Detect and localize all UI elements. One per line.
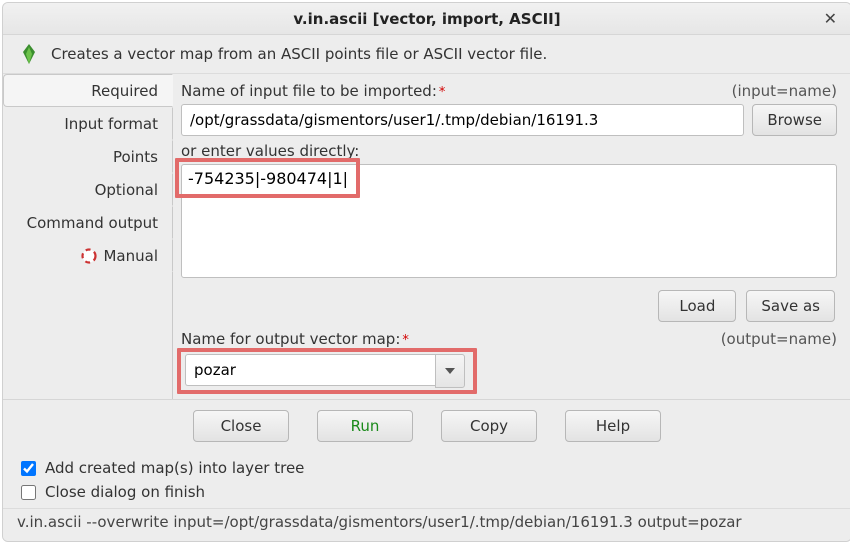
output-hint: (output=name) — [721, 330, 837, 348]
output-combo — [185, 354, 465, 388]
close-dialog-label: Close dialog on finish — [45, 483, 205, 501]
browse-button[interactable]: Browse — [752, 104, 837, 136]
tab-required[interactable]: Required — [3, 74, 173, 107]
content-pane: Name of input file to be imported:* (inp… — [173, 74, 850, 399]
tab-points[interactable]: Points — [3, 140, 173, 173]
load-save-strip: Load Save as — [181, 290, 837, 322]
direct-values-wrapper: -754235|-980474|1| — [181, 164, 837, 282]
description-text: Creates a vector map from an ASCII point… — [51, 45, 547, 63]
copy-button[interactable]: Copy — [441, 410, 537, 442]
direct-values-textarea[interactable]: -754235|-980474|1| — [181, 164, 837, 278]
help-button[interactable]: Help — [565, 410, 661, 442]
body: Required Input format Points Optional Co… — [3, 73, 850, 399]
tab-manual[interactable]: Manual — [3, 239, 173, 272]
description-row: Creates a vector map from an ASCII point… — [3, 35, 850, 73]
output-row — [181, 352, 837, 390]
tab-input-format[interactable]: Input format — [3, 107, 173, 140]
save-as-button[interactable]: Save as — [746, 290, 835, 322]
tab-command-output[interactable]: Command output — [3, 206, 173, 239]
tabs-spacer — [3, 272, 173, 399]
add-layer-check-row[interactable]: Add created map(s) into layer tree — [17, 456, 837, 480]
run-button[interactable]: Run — [317, 410, 413, 442]
required-star: * — [439, 85, 446, 100]
chevron-down-icon — [445, 368, 455, 374]
input-hint: (input=name) — [732, 82, 837, 100]
output-map-field[interactable] — [185, 354, 435, 386]
tab-optional[interactable]: Optional — [3, 173, 173, 206]
input-file-field[interactable] — [181, 104, 744, 136]
input-row: Browse — [181, 104, 837, 136]
input-label: Name of input file to be imported: — [181, 82, 437, 100]
window-title: v.in.ascii [vector, import, ASCII] — [3, 10, 850, 28]
load-button[interactable]: Load — [658, 290, 736, 322]
options-checks: Add created map(s) into layer tree Close… — [3, 450, 850, 508]
close-icon[interactable]: ✕ — [824, 9, 837, 28]
add-layer-label: Add created map(s) into layer tree — [45, 459, 304, 477]
required-star: * — [402, 333, 409, 348]
close-dialog-checkbox[interactable] — [21, 485, 36, 500]
titlebar: v.in.ascii [vector, import, ASCII] ✕ — [3, 3, 850, 35]
command-preview: v.in.ascii --overwrite input=/opt/grassd… — [3, 508, 850, 541]
output-label-row: Name for output vector map:* (output=nam… — [181, 330, 837, 348]
add-layer-checkbox[interactable] — [21, 461, 36, 476]
output-label: Name for output vector map: — [181, 330, 400, 348]
action-button-row: Close Run Copy Help — [3, 399, 850, 450]
grass-logo-icon — [17, 42, 41, 66]
output-dropdown-button[interactable] — [435, 354, 465, 388]
tabs-column: Required Input format Points Optional Co… — [3, 74, 173, 399]
dialog-window: v.in.ascii [vector, import, ASCII] ✕ Cre… — [2, 2, 850, 542]
help-ring-icon — [81, 248, 97, 264]
close-dialog-check-row[interactable]: Close dialog on finish — [17, 480, 837, 504]
direct-label: or enter values directly: — [181, 142, 837, 160]
input-label-row: Name of input file to be imported:* (inp… — [181, 82, 837, 100]
close-button[interactable]: Close — [193, 410, 289, 442]
